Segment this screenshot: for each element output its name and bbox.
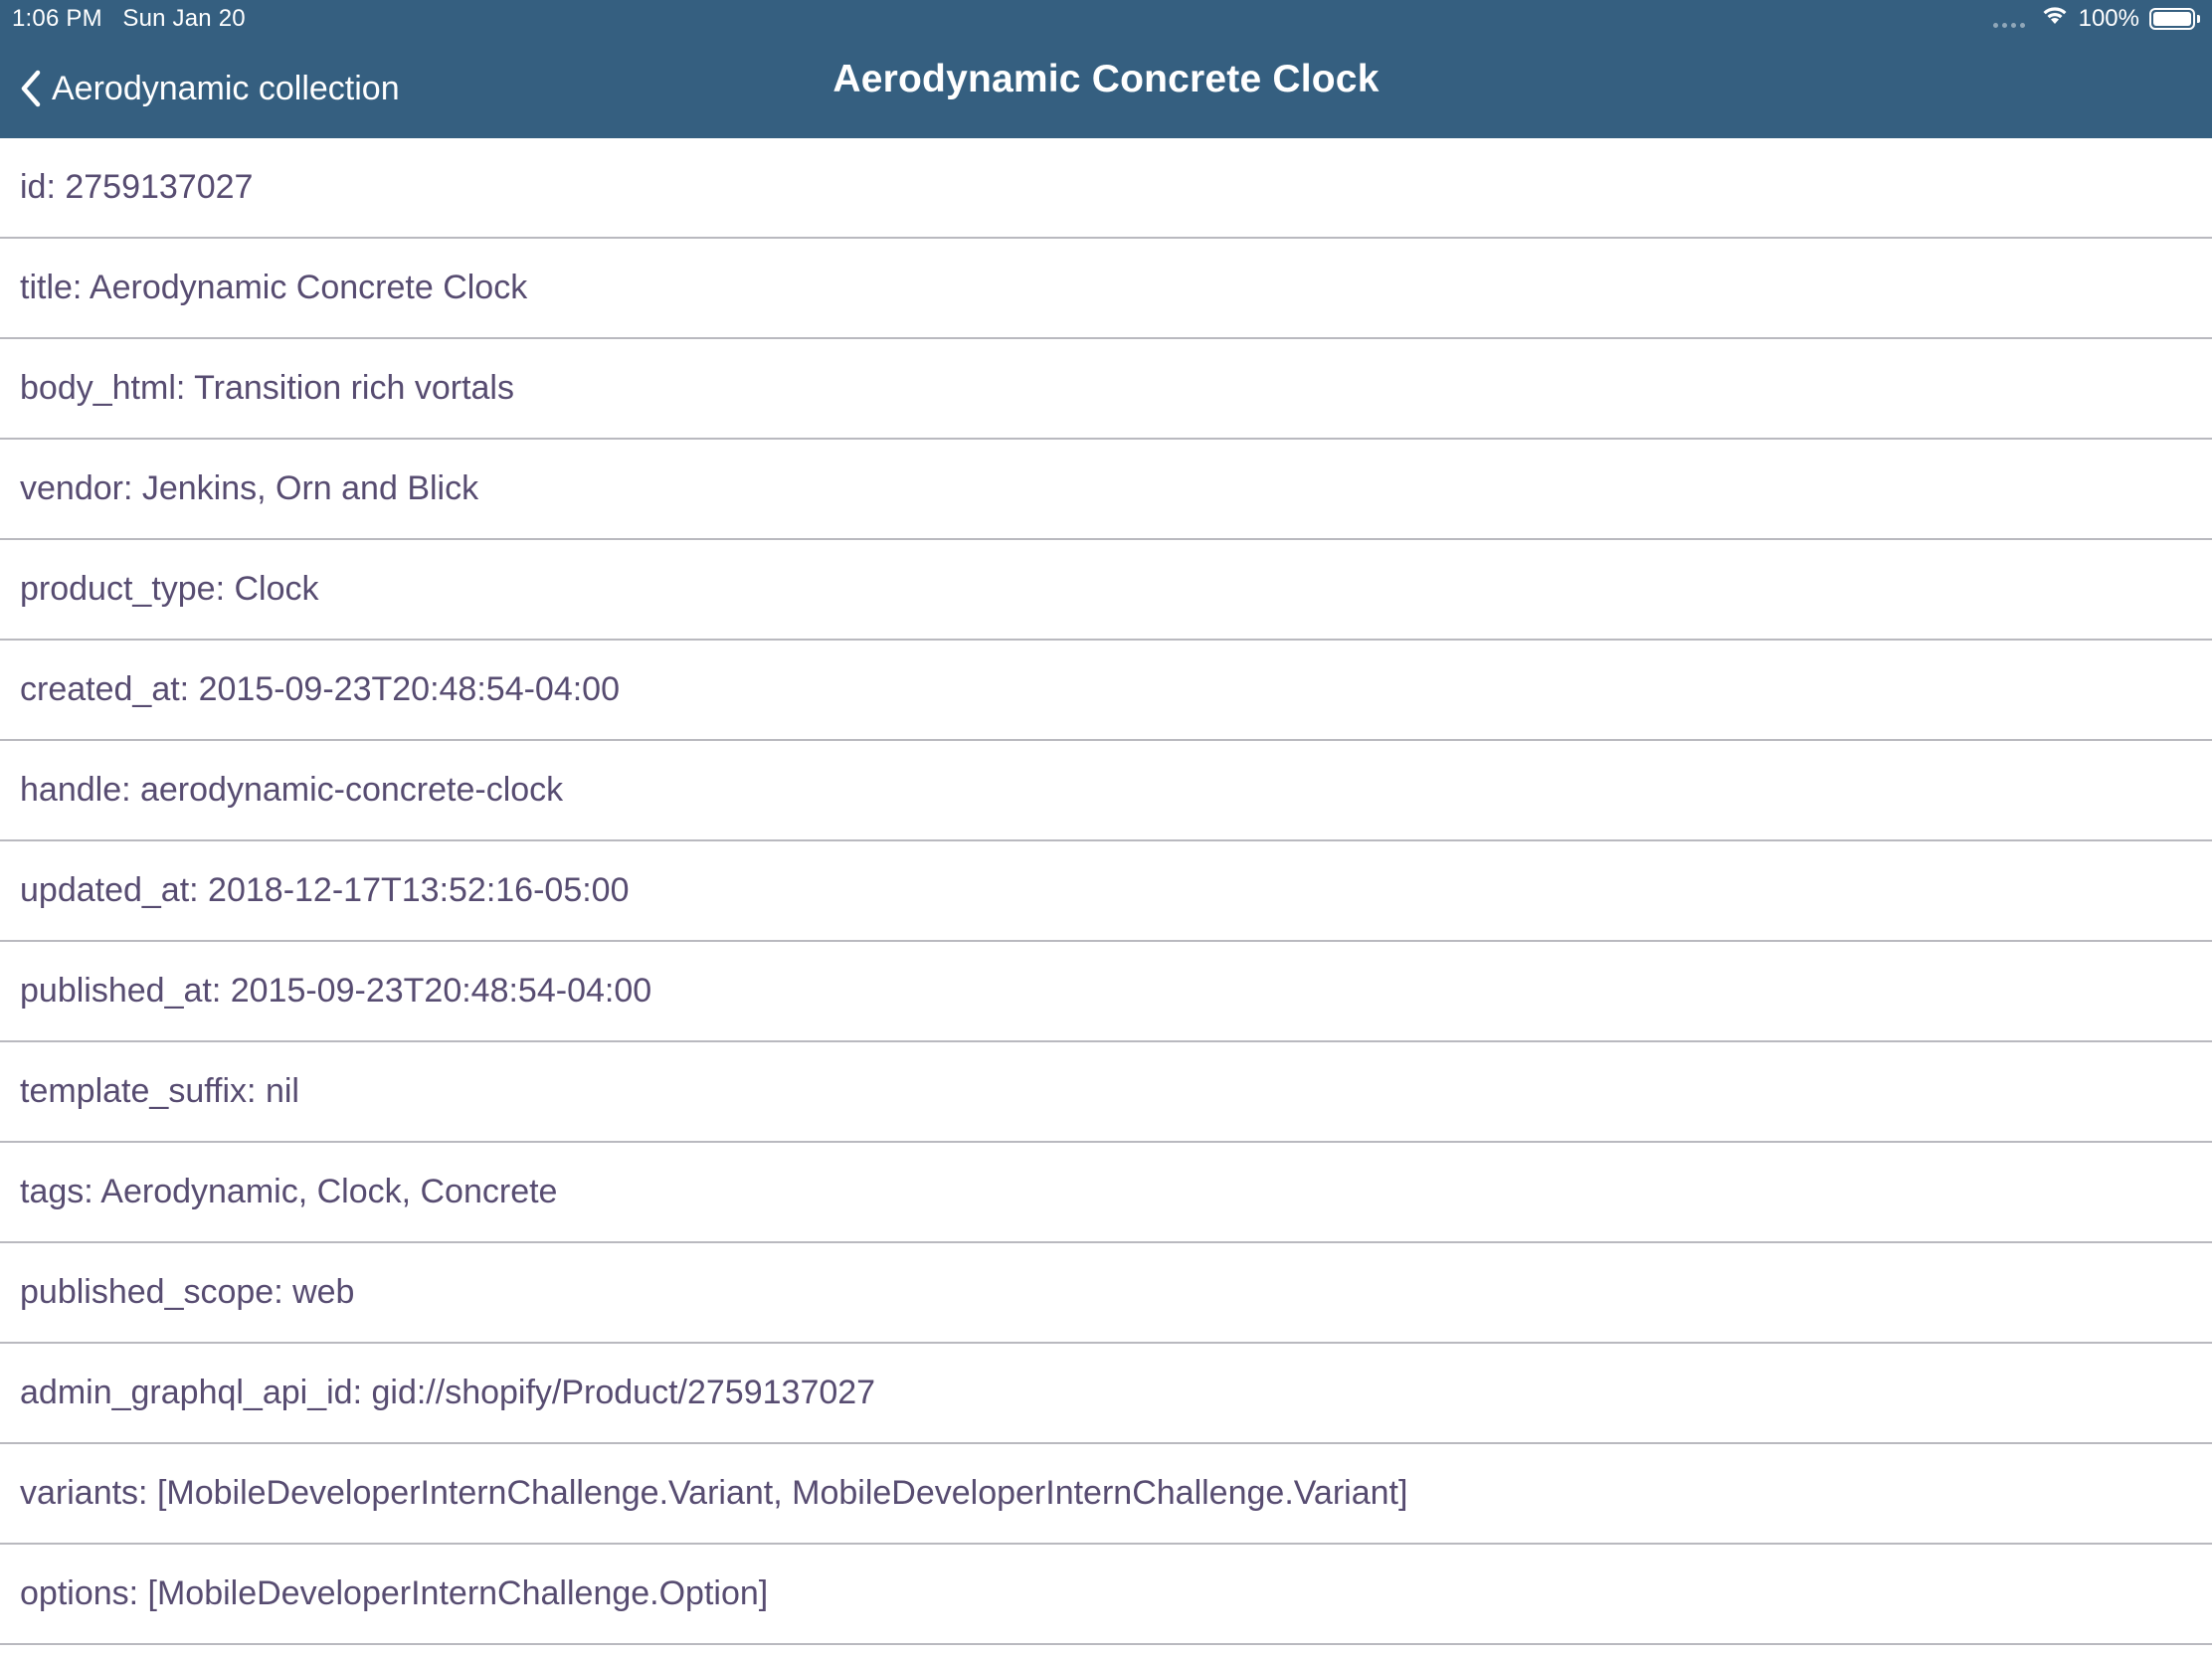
list-item[interactable]: published_at: 2015-09-23T20:48:54-04:00 (0, 942, 2212, 1042)
list-item-label: created_at: 2015-09-23T20:48:54-04:00 (20, 670, 621, 708)
list-item-label: title: Aerodynamic Concrete Clock (20, 269, 528, 306)
page-title: Aerodynamic Concrete Clock (832, 58, 1380, 100)
list-item-label: variants: [MobileDeveloperInternChalleng… (20, 1474, 1408, 1512)
list-item-label: id: 2759137027 (20, 168, 254, 206)
list-item[interactable]: product_type: Clock (0, 540, 2212, 641)
list-item-label: updated_at: 2018-12-17T13:52:16-05:00 (20, 871, 630, 909)
list-item[interactable]: title: Aerodynamic Concrete Clock (0, 239, 2212, 339)
battery-fill (2153, 11, 2191, 26)
list-item[interactable]: handle: aerodynamic-concrete-clock (0, 741, 2212, 841)
list-item-label: template_suffix: nil (20, 1072, 299, 1110)
status-indicators: 100% (1992, 4, 2200, 33)
list-item-label: published_at: 2015-09-23T20:48:54-04:00 (20, 972, 652, 1010)
list-item[interactable]: vendor: Jenkins, Orn and Blick (0, 440, 2212, 540)
navigation-header: 1:06 PM Sun Jan 20 100% Aerodynamic coll… (0, 0, 2212, 138)
list-item-label: admin_graphql_api_id: gid://shopify/Prod… (20, 1374, 876, 1411)
cellular-dots-icon (1992, 23, 2025, 28)
list-item-label: body_html: Transition rich vortals (20, 369, 514, 407)
status-bar: 1:06 PM Sun Jan 20 100% (0, 0, 2212, 40)
list-item-label: options: [MobileDeveloperInternChallenge… (20, 1574, 769, 1612)
list-item[interactable]: created_at: 2015-09-23T20:48:54-04:00 (0, 641, 2212, 741)
list-item-label: tags: Aerodynamic, Clock, Concrete (20, 1173, 558, 1210)
list-item-label: vendor: Jenkins, Orn and Blick (20, 469, 479, 507)
list-item[interactable]: template_suffix: nil (0, 1042, 2212, 1143)
list-item-label: published_scope: web (20, 1273, 355, 1311)
list-item[interactable]: options: [MobileDeveloperInternChallenge… (0, 1545, 2212, 1645)
list-item[interactable]: updated_at: 2018-12-17T13:52:16-05:00 (0, 841, 2212, 942)
list-item[interactable]: variants: [MobileDeveloperInternChalleng… (0, 1444, 2212, 1545)
product-attributes-list[interactable]: id: 2759137027 title: Aerodynamic Concret… (0, 138, 2212, 1645)
list-item[interactable]: tags: Aerodynamic, Clock, Concrete (0, 1143, 2212, 1243)
list-item[interactable]: body_html: Transition rich vortals (0, 339, 2212, 440)
list-item-label: handle: aerodynamic-concrete-clock (20, 771, 564, 809)
list-item[interactable]: published_scope: web (0, 1243, 2212, 1344)
wifi-icon (2041, 4, 2069, 33)
list-item[interactable]: id: 2759137027 (0, 138, 2212, 239)
status-time-date: 1:06 PM Sun Jan 20 (12, 5, 246, 32)
list-item[interactable]: admin_graphql_api_id: gid://shopify/Prod… (0, 1344, 2212, 1444)
battery-percentage: 100% (2078, 4, 2139, 32)
battery-icon (2149, 7, 2200, 30)
list-item-label: product_type: Clock (20, 570, 319, 608)
